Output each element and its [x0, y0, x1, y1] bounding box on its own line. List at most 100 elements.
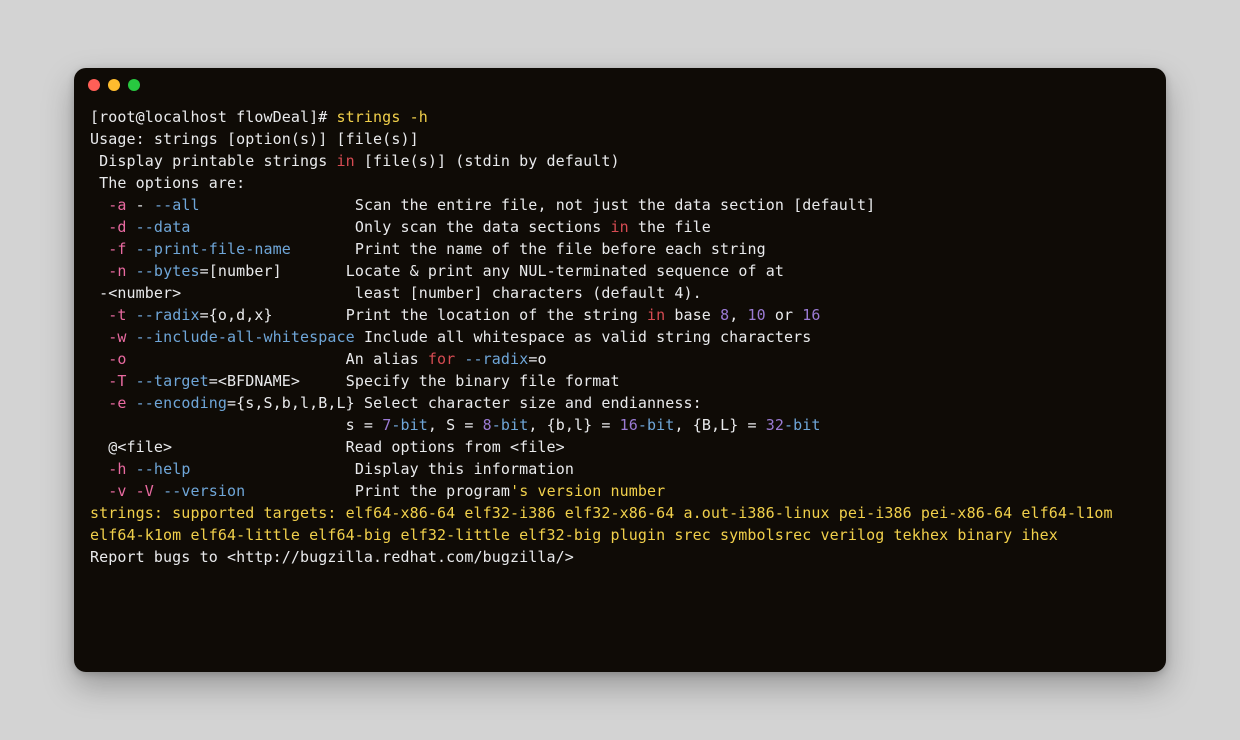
flag-h-short: -h: [108, 460, 126, 478]
flag-f-long: --print-file-name: [136, 240, 291, 258]
minimize-icon[interactable]: [108, 79, 120, 91]
flag-w-text: Include all whitespace as valid string c…: [364, 328, 811, 346]
flag-d-pre: Only scan the data sections: [355, 218, 611, 236]
pad: [291, 240, 355, 258]
enc-lead: s =: [90, 416, 382, 434]
flag-a-short: -a: [108, 196, 126, 214]
enc-m3: , {B,L} =: [674, 416, 765, 434]
enc-m2: , {b,l} =: [528, 416, 619, 434]
num-32: 32: [766, 416, 784, 434]
flag-number-lead: -<number>: [90, 284, 355, 302]
flag-o-pre: An alias: [346, 350, 428, 368]
flag-number-text: least [number] characters (default 4).: [355, 284, 702, 302]
num-16b: 16: [620, 416, 638, 434]
keyword-for: for: [428, 350, 455, 368]
flag-e-text: Select character size and endianness:: [364, 394, 702, 412]
command-arg: [400, 108, 409, 126]
dash: -: [127, 196, 154, 214]
flag-T-text: Specify the binary file format: [346, 372, 620, 390]
flag-t-mid: base: [665, 306, 720, 324]
command-name: strings: [337, 108, 401, 126]
pad: [300, 372, 346, 390]
flag-o-long: --radix: [464, 350, 528, 368]
flag-T-long: --target: [136, 372, 209, 390]
pad: [190, 218, 354, 236]
flag-d-long: --data: [136, 218, 191, 236]
num-8: 8: [720, 306, 729, 324]
flag-h-long: --help: [136, 460, 191, 478]
pad: [200, 196, 355, 214]
flag-o-short: -o: [108, 350, 126, 368]
unit-bit: -bit: [638, 416, 675, 434]
options-header: The options are:: [90, 174, 245, 192]
sp: [154, 482, 163, 500]
shell-prompt: [root@localhost flowDeal]#: [90, 108, 337, 126]
keyword-in: in: [647, 306, 665, 324]
bugs-line: Report bugs to <http://bugzilla.redhat.c…: [90, 548, 574, 566]
flag-t-param: ={o,d,x}: [200, 306, 273, 324]
num-16: 16: [802, 306, 820, 324]
flag-h-text: Display this information: [355, 460, 574, 478]
sp: [127, 306, 136, 324]
flag-t-short: -t: [108, 306, 126, 324]
sp: [127, 240, 136, 258]
flag-v-short: -v: [108, 482, 126, 500]
num-10: 10: [747, 306, 765, 324]
flag-d-short: -d: [108, 218, 126, 236]
terminal-content[interactable]: [root@localhost flowDeal]# strings -h Us…: [74, 102, 1166, 588]
atfile-lead: @<file>: [90, 438, 346, 456]
pad: [245, 482, 355, 500]
sp: [127, 482, 136, 500]
flag-w-long: --include-all-whitespace: [136, 328, 355, 346]
pad: [190, 460, 354, 478]
close-icon[interactable]: [88, 79, 100, 91]
unit-bit: -bit: [492, 416, 529, 434]
flag-f-text: Print the name of the file before each s…: [355, 240, 766, 258]
comma: ,: [729, 306, 747, 324]
num-8b: 8: [483, 416, 492, 434]
unit-bit: -bit: [391, 416, 428, 434]
flag-v-long: --version: [163, 482, 245, 500]
flag-e-param: ={s,S,b,l,B,L}: [227, 394, 355, 412]
atfile-text: Read options from <file>: [346, 438, 565, 456]
sp: [127, 218, 136, 236]
flag-t-long: --radix: [136, 306, 200, 324]
pad: [282, 262, 346, 280]
sp: [127, 372, 136, 390]
flag-v-pre: Print the program: [355, 482, 510, 500]
flag-T-short: -T: [108, 372, 126, 390]
flag-n-long: --bytes: [136, 262, 200, 280]
or: or: [766, 306, 803, 324]
pad: [355, 328, 364, 346]
usage-line: Usage: strings [option(s)] [file(s)]: [90, 130, 419, 148]
desc-post: [file(s)] (stdin by default): [355, 152, 620, 170]
pad: [355, 394, 364, 412]
flag-w-short: -w: [108, 328, 126, 346]
sp: [127, 394, 136, 412]
flag-n-short: -n: [108, 262, 126, 280]
flag-e-long: --encoding: [136, 394, 227, 412]
command-arg-value: -h: [410, 108, 428, 126]
unit-bit: -bit: [784, 416, 821, 434]
flag-n-param: =[number]: [200, 262, 282, 280]
flag-o-post: =o: [528, 350, 546, 368]
pad: [273, 306, 346, 324]
desc-pre: Display printable strings: [90, 152, 337, 170]
pad: [127, 350, 346, 368]
sp: [127, 328, 136, 346]
flag-V-short: -V: [136, 482, 154, 500]
flag-e-short: -e: [108, 394, 126, 412]
flag-n-text: Locate & print any NUL-terminated sequen…: [346, 262, 784, 280]
flag-d-post: the file: [629, 218, 711, 236]
window-titlebar: [74, 68, 1166, 102]
flag-a-long: --all: [154, 196, 200, 214]
flag-f-short: -f: [108, 240, 126, 258]
zoom-icon[interactable]: [128, 79, 140, 91]
terminal-window: [root@localhost flowDeal]# strings -h Us…: [74, 68, 1166, 672]
enc-m1: , S =: [428, 416, 483, 434]
flag-t-pre: Print the location of the string: [346, 306, 647, 324]
sp: [127, 460, 136, 478]
flag-v-str: 's version number: [510, 482, 665, 500]
targets-label: strings: supported targets:: [90, 504, 346, 522]
flag-a-text: Scan the entire file, not just the data …: [355, 196, 875, 214]
